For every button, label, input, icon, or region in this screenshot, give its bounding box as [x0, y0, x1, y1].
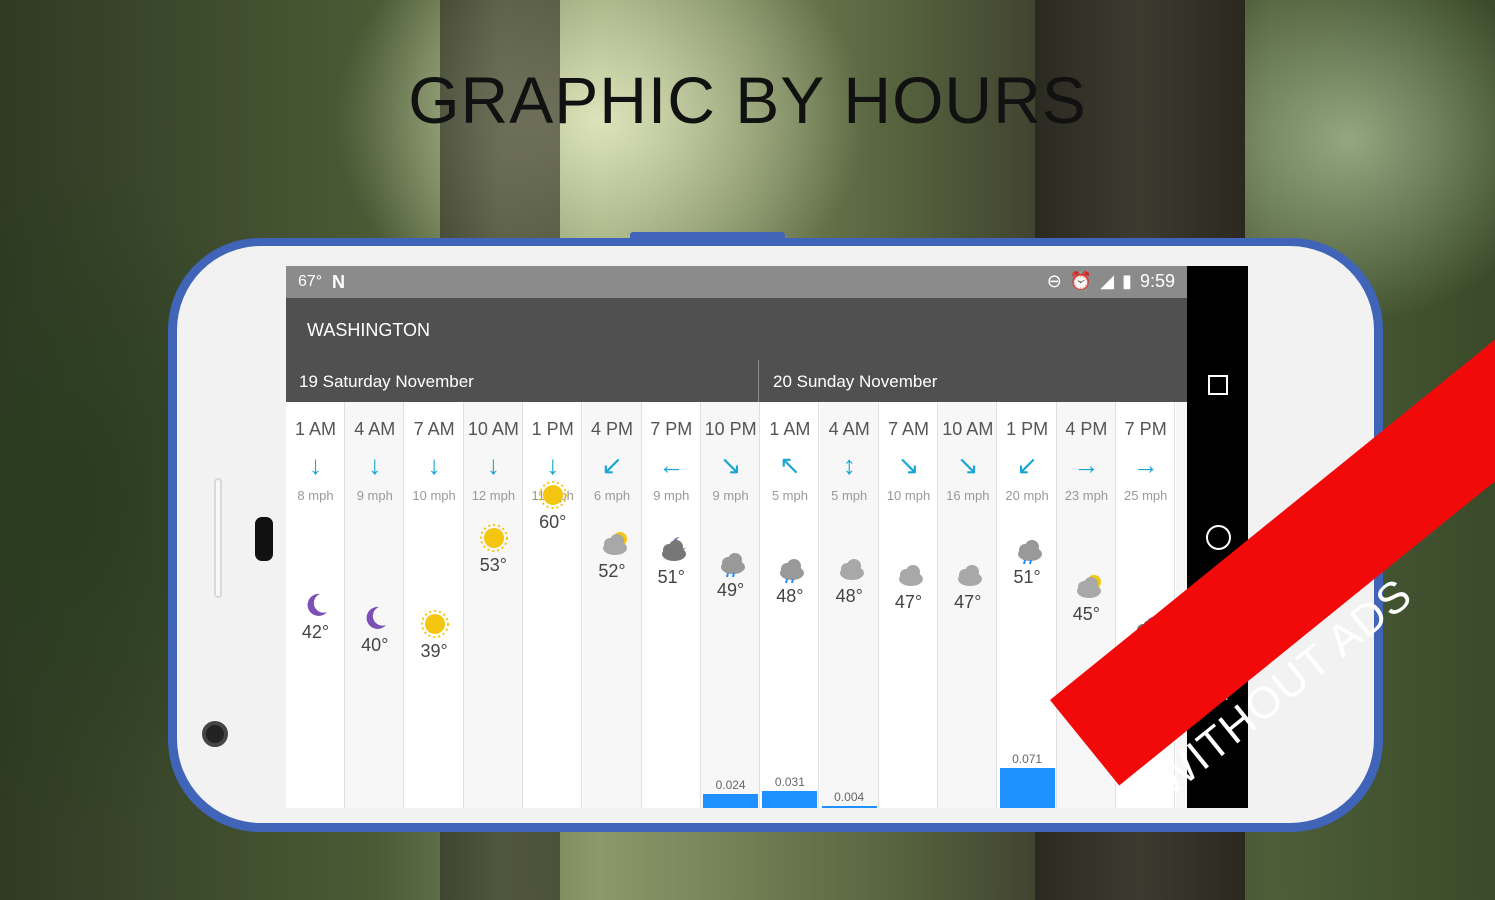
precipitation-label: 0.071 — [1012, 752, 1043, 766]
temperature-label: 42° — [301, 622, 330, 643]
hour-column[interactable]: 7 PM → 25 mph 38° — [1116, 402, 1176, 808]
date-divider — [758, 360, 759, 402]
temperature-label: 51° — [657, 567, 685, 588]
home-button[interactable] — [1206, 525, 1231, 550]
notification-icon: N — [332, 272, 345, 292]
hour-column[interactable]: 7 PM ← 9 mph 51° — [642, 402, 701, 808]
hour-column[interactable]: 1 PM ↙ 20 mph 51° 0.071 — [998, 402, 1057, 808]
signal-icon: ◢ — [1100, 271, 1115, 291]
wind-direction-icon: ↙ — [601, 450, 623, 480]
wind-direction-icon: ↘ — [956, 450, 979, 480]
hourly-forecast-grid[interactable]: 1 AM ↓ 8 mph 42° 4 AM ↓ 9 mph 40° 7 AM ↓ 10 mph 39°… — [286, 402, 1235, 808]
temperature-label: 47° — [954, 591, 982, 612]
precipitation-label: 0.024 — [715, 778, 746, 793]
sun-icon — [479, 523, 509, 553]
temperature-label: 51° — [1013, 567, 1041, 588]
alarm-icon: ⏰ — [1069, 271, 1093, 291]
temperature-label: 48° — [835, 585, 863, 606]
status-time: 9:59 — [1139, 271, 1175, 291]
wind-direction-icon: ← — [658, 450, 685, 480]
wind-direction-icon: ↘ — [719, 450, 742, 480]
wind-direction-icon: ↘ — [897, 450, 920, 480]
headline: GRAPHIC BY HOURS — [408, 63, 1087, 137]
cloud-icon — [894, 560, 924, 590]
phone-camera — [202, 721, 228, 747]
city-title[interactable]: WASHINGTON — [307, 320, 430, 341]
date-label-day2: 20 Sunday November — [773, 372, 938, 391]
moon-icon — [360, 603, 390, 633]
temperature-label: 53° — [479, 554, 507, 575]
phone-speaker — [255, 517, 273, 561]
cloud-rain-icon — [716, 548, 746, 578]
dnd-icon: ⊖ — [1046, 271, 1062, 291]
wind-direction-icon: ↖ — [778, 450, 801, 480]
phone-screen: 67° N ⊖ ⏰ ◢ ▮ 9:59 WASHINGTON 19 Saturda… — [286, 266, 1248, 808]
hour-column[interactable]: 10 AM ↘ 16 mph 47° — [938, 402, 998, 808]
wind-direction-icon: ↕ — [842, 450, 856, 480]
temperature-label: 45° — [1072, 604, 1100, 625]
hour-column[interactable]: 7 AM ↓ 10 mph 39° — [405, 402, 464, 808]
hour-column[interactable]: 1 PM↓11 mph60° — [523, 402, 583, 808]
cloud-sun-icon — [1072, 572, 1102, 602]
wind-direction-icon: → — [1132, 450, 1159, 480]
back-button[interactable] — [1207, 676, 1229, 700]
wind-direction-icon: ↓ — [368, 450, 382, 480]
cloud-icon — [953, 560, 983, 590]
temperature-label: 47° — [894, 591, 923, 612]
status-bar: 67° N ⊖ ⏰ ◢ ▮ 9:59 — [286, 266, 1187, 298]
hour-column[interactable]: 1 AM ↖ 5 mph 48° 0.031 — [760, 402, 820, 808]
hour-column[interactable]: 4 AM ↕ 5 mph 48° 0.004 — [819, 402, 879, 808]
temperature-label: 49° — [716, 579, 745, 600]
cloud-rain-icon — [775, 554, 805, 584]
cloud-icon — [835, 554, 865, 584]
wind-direction-icon: → — [1073, 450, 1100, 480]
cloud-moon-icon — [1131, 615, 1161, 645]
hour-column[interactable]: 4 AM ↓ 9 mph 40° — [345, 402, 405, 808]
hour-column[interactable]: 10 AM ↓ 12 mph 53° — [463, 402, 523, 808]
wind-direction-icon: ↙ — [1016, 450, 1038, 480]
sun-icon — [538, 480, 568, 510]
hour-column[interactable]: 1 AM ↓ 8 mph 42° — [286, 402, 345, 808]
app-bar: WASHINGTON — [286, 298, 1187, 366]
wind-direction-icon: ↓ — [427, 450, 441, 480]
precipitation-bar — [762, 790, 818, 808]
wind-direction-icon: ↓ — [546, 450, 560, 480]
hour-column[interactable]: 10 PM ↘ 9 mph 49° 0.024 — [701, 402, 761, 808]
temperature-label: 38° — [1132, 647, 1160, 667]
date-label-day1: 19 Saturday November — [299, 372, 474, 391]
cloud-rain-icon — [1013, 535, 1043, 565]
temperature-label: 60° — [539, 512, 567, 532]
status-temperature: 67° — [298, 273, 323, 290]
precipitation-bar — [999, 768, 1055, 808]
battery-icon: ▮ — [1122, 271, 1132, 291]
sun-icon — [420, 609, 450, 639]
hour-column[interactable]: 4 PM ↙ 6 mph 52° — [582, 402, 642, 808]
hour-column[interactable]: 7 AM ↘ 10 mph 47° — [879, 402, 938, 808]
recents-button[interactable] — [1208, 375, 1228, 395]
moon-icon — [301, 590, 331, 620]
precipitation-bar — [703, 794, 759, 808]
temperature-label: 52° — [598, 561, 626, 582]
wind-direction-icon: ↓ — [486, 450, 500, 480]
status-right: ⊖ ⏰ ◢ ▮ 9:59 — [1047, 271, 1175, 292]
temperature-label: 39° — [420, 640, 448, 661]
wind-direction-icon: ↓ — [309, 450, 322, 480]
temperature-label: 40° — [361, 634, 389, 655]
precipitation-label: 0.004 — [834, 789, 865, 804]
hour-column[interactable]: 4 PM → 23 mph 45° — [1056, 402, 1116, 808]
precipitation-bar — [821, 805, 877, 808]
cloud-sun-icon — [598, 529, 628, 559]
navigation-bar — [1187, 266, 1248, 808]
phone-side-detail — [214, 478, 222, 598]
date-bar: 19 Saturday November 20 Sunday November — [286, 360, 1187, 402]
temperature-label: 48° — [776, 585, 804, 606]
precipitation-label: 0.031 — [774, 774, 805, 789]
cloud-moon-icon — [657, 535, 687, 565]
